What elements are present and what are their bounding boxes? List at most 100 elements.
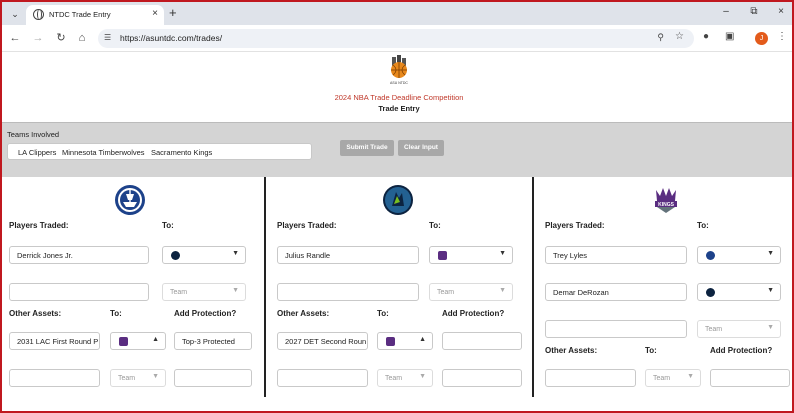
players-traded-label: Players Traded: — [545, 221, 605, 230]
team-column-clippers: Players Traded: To: Derrick Jones Jr. ▼ … — [2, 177, 264, 397]
teams-multiselect[interactable]: LA Clippers Minnesota Timberwolves Sacra… — [7, 143, 312, 160]
tab-list-chevron-icon[interactable]: ⌄ — [8, 7, 22, 21]
forward-arrow-icon[interactable]: → — [31, 31, 45, 45]
add-protection-label: Add Protection? — [710, 346, 773, 355]
team-placeholder: Team — [705, 326, 723, 333]
team-placeholder: Team — [170, 289, 188, 296]
asset-destination-select[interactable]: Team ▼ — [645, 369, 701, 387]
page-title: Trade Entry — [378, 104, 420, 113]
ntdc-logo: ASU NTDC — [390, 55, 408, 85]
clear-input-button[interactable]: Clear Input — [398, 140, 444, 156]
team-chip[interactable]: Sacramento Kings — [151, 148, 212, 157]
dropdown-caret-icon: ▲ — [419, 336, 426, 343]
asset-destination-select[interactable]: ▲ — [110, 332, 166, 350]
asset-input[interactable]: 2031 LAC First Round P — [9, 332, 100, 350]
team-placeholder: Team — [118, 375, 136, 382]
dropdown-caret-icon: ▼ — [232, 250, 239, 257]
team-placeholder: Team — [653, 375, 671, 382]
submit-trade-button[interactable]: Submit Trade — [340, 140, 394, 156]
dropdown-caret-icon: ▼ — [232, 287, 239, 294]
destination-team-select[interactable]: ▼ — [697, 246, 781, 264]
address-bar[interactable]: ☰ https://asuntdc.com/trades/ ⚲ ☆ — [98, 29, 694, 48]
timberwolves-mini-icon — [171, 251, 180, 260]
new-tab-plus-icon[interactable]: + — [169, 5, 177, 20]
profile-avatar[interactable]: J — [755, 32, 768, 45]
players-traded-label: Players Traded: — [9, 221, 69, 230]
tab-title: NTDC Trade Entry — [49, 10, 111, 19]
site-settings-icon[interactable]: ☰ — [104, 33, 111, 42]
bookmark-star-icon[interactable]: ☆ — [675, 31, 684, 42]
asset-input[interactable] — [277, 369, 368, 387]
browser-tab[interactable]: NTDC Trade Entry × — [26, 5, 164, 25]
add-protection-label: Add Protection? — [174, 309, 237, 318]
protection-input[interactable] — [710, 369, 790, 387]
team-chip[interactable]: LA Clippers — [18, 148, 56, 157]
browser-tab-bar: ⌄ NTDC Trade Entry × + – ⧉ × — [2, 2, 792, 25]
team-column-kings: KINGS Players Traded: To: Trey Lyles ▼ D… — [534, 177, 792, 397]
player-input[interactable]: Demar DeRozan — [545, 283, 687, 301]
team-placeholder: Team — [437, 289, 455, 296]
extension-icon[interactable]: ● — [703, 31, 709, 42]
dropdown-caret-icon: ▼ — [687, 373, 694, 380]
teams-involved-label: Teams Involved — [7, 130, 60, 139]
to-label: To: — [429, 221, 441, 230]
dropdown-caret-icon: ▲ — [152, 336, 159, 343]
dropdown-caret-icon: ▼ — [767, 287, 774, 294]
asset-destination-select[interactable]: Team ▼ — [377, 369, 433, 387]
player-input[interactable]: Julius Randle — [277, 246, 419, 264]
other-assets-label: Other Assets: — [277, 309, 330, 318]
asset-destination-select[interactable]: ▲ — [377, 332, 433, 350]
player-input[interactable]: Derrick Jones Jr. — [9, 246, 149, 264]
reload-icon[interactable]: ↻ — [54, 31, 68, 45]
player-input[interactable] — [277, 283, 419, 301]
player-input[interactable]: Trey Lyles — [545, 246, 687, 264]
to-label: To: — [162, 221, 174, 230]
dropdown-caret-icon: ▼ — [767, 250, 774, 257]
timberwolves-logo-icon — [383, 185, 413, 215]
asset-input[interactable]: 2027 DET Second Roun — [277, 332, 368, 350]
dropdown-caret-icon: ▼ — [767, 324, 774, 331]
team-chip[interactable]: Minnesota Timberwolves — [62, 148, 145, 157]
kings-mini-icon — [386, 337, 395, 346]
destination-team-select[interactable]: ▼ — [162, 246, 246, 264]
kings-logo-icon: KINGS — [655, 188, 677, 213]
back-arrow-icon[interactable]: ← — [8, 31, 22, 45]
destination-team-select[interactable]: ▼ — [429, 246, 513, 264]
protection-input[interactable]: Top-3 Protected — [174, 332, 252, 350]
protection-input[interactable] — [442, 369, 522, 387]
logo-text: ASU NTDC — [390, 81, 408, 85]
destination-team-select[interactable]: Team ▼ — [162, 283, 246, 301]
minimize-icon[interactable]: – — [718, 6, 734, 17]
players-traded-label: Players Traded: — [277, 221, 337, 230]
destination-team-select[interactable]: Team ▼ — [697, 320, 781, 338]
to-label: To: — [645, 346, 657, 355]
close-tab-icon[interactable]: × — [152, 8, 158, 19]
timberwolves-mini-icon — [706, 288, 715, 297]
app-frame: ⌄ NTDC Trade Entry × + – ⧉ × ← → ↻ ⌂ ☰ h… — [0, 0, 794, 413]
dropdown-caret-icon: ▼ — [419, 373, 426, 380]
browser-menu-icon[interactable]: ⋮ — [777, 31, 787, 42]
zoom-icon[interactable]: ⚲ — [657, 32, 664, 43]
asset-destination-select[interactable]: Team ▼ — [110, 369, 166, 387]
other-assets-label: Other Assets: — [9, 309, 62, 318]
player-input[interactable] — [9, 283, 149, 301]
competition-title: 2024 NBA Trade Deadline Competition — [334, 93, 464, 102]
destination-team-select[interactable]: Team ▼ — [429, 283, 513, 301]
home-icon[interactable]: ⌂ — [75, 31, 89, 45]
player-input[interactable] — [545, 320, 687, 338]
window-close-icon[interactable]: × — [773, 6, 789, 17]
to-label: To: — [697, 221, 709, 230]
restore-icon[interactable]: ⧉ — [746, 6, 762, 17]
to-label: To: — [377, 309, 389, 318]
protection-input[interactable] — [174, 369, 252, 387]
other-assets-label: Other Assets: — [545, 346, 598, 355]
asset-input[interactable] — [9, 369, 100, 387]
dropdown-caret-icon: ▼ — [499, 287, 506, 294]
dropdown-caret-icon: ▼ — [499, 250, 506, 257]
extensions-puzzle-icon[interactable]: ▣ — [725, 31, 734, 42]
protection-input[interactable] — [442, 332, 522, 350]
asset-input[interactable] — [545, 369, 636, 387]
page-header: ASU NTDC 2024 NBA Trade Deadline Competi… — [2, 52, 792, 122]
destination-team-select[interactable]: ▼ — [697, 283, 781, 301]
teams-involved-bar: Teams Involved LA Clippers Minnesota Tim… — [2, 122, 792, 177]
